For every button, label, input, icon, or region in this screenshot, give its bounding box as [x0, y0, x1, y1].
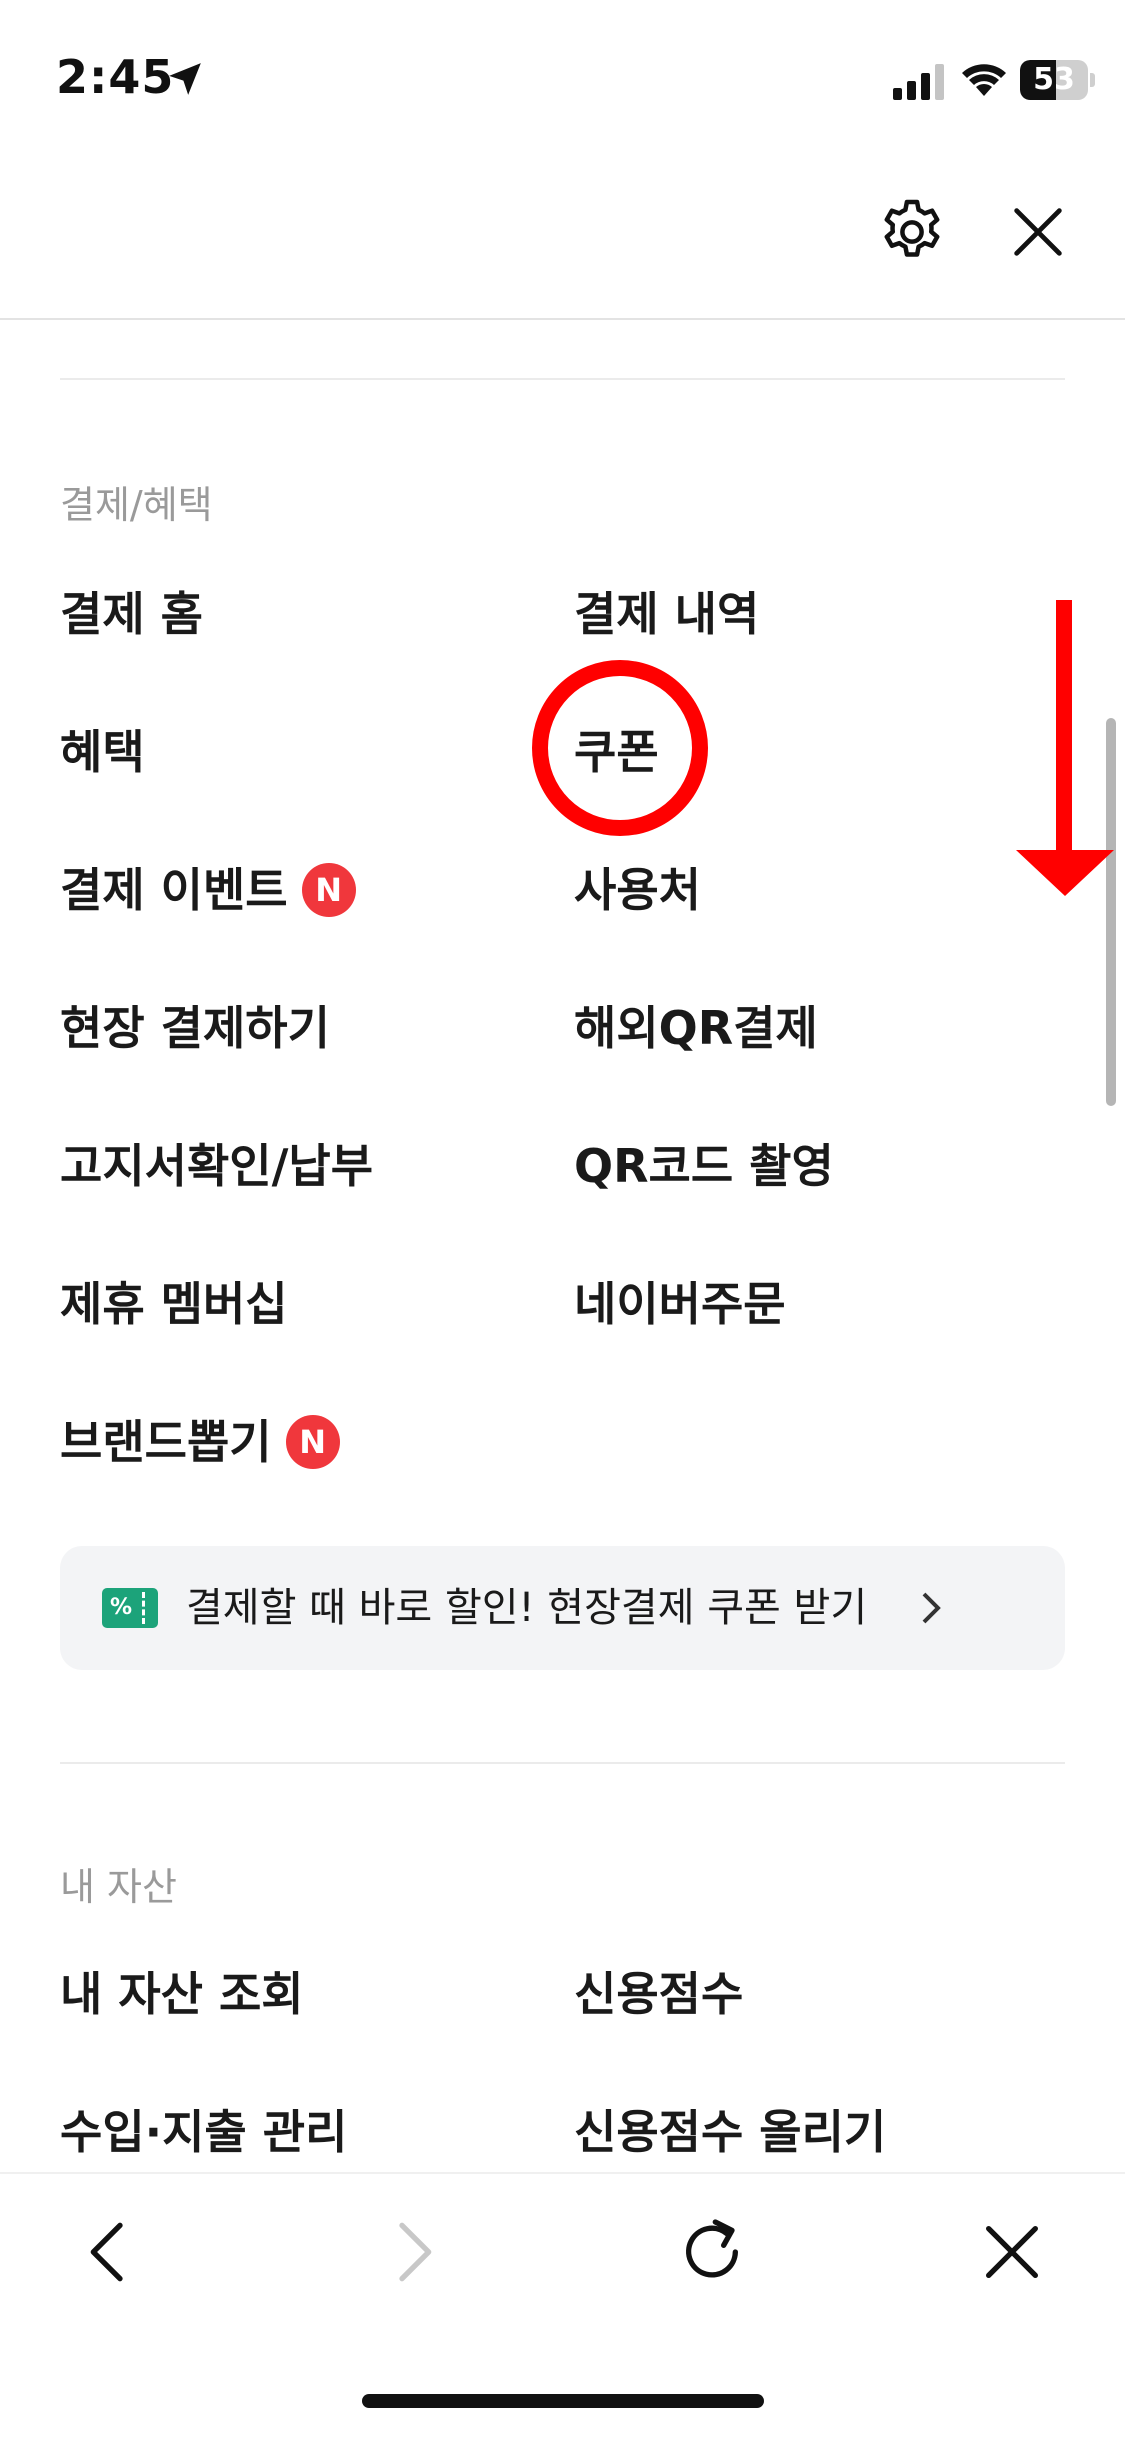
menu-item-income-expense[interactable]: 수입·지출 관리 [60, 2096, 347, 2162]
section-title-payment: 결제/혜택 [60, 483, 213, 527]
menu-item-benefits[interactable]: 혜택 [60, 716, 145, 782]
annotation-circle [532, 660, 708, 836]
divider [60, 378, 1065, 380]
menu-item-partner-membership[interactable]: 제휴 멤버십 [60, 1268, 288, 1334]
new-badge: N [301, 862, 356, 917]
close-icon[interactable] [972, 2212, 1052, 2292]
menu-item-naver-order[interactable]: 네이버주문 [574, 1268, 786, 1334]
close-icon[interactable] [1006, 200, 1070, 264]
menu-item-payment-history[interactable]: 결제 내역 [574, 578, 759, 644]
annotation-arrow-down-icon [1016, 600, 1114, 896]
battery-icon: 53 [1020, 60, 1095, 100]
home-indicator[interactable] [362, 2394, 764, 2408]
menu-item-qr-scan[interactable]: QR코드 촬영 [574, 1130, 834, 1196]
menu-item-merchants[interactable]: 사용처 [574, 854, 701, 920]
forward-icon[interactable] [372, 2212, 452, 2292]
wifi-icon [962, 64, 1006, 96]
new-badge: N [285, 1414, 340, 1469]
menu-item-brand-draw[interactable]: 브랜드뽑기 N [60, 1406, 340, 1473]
status-time: 2:45 [56, 50, 175, 104]
section-title-assets: 내 자산 [60, 1865, 177, 1909]
menu-item-overseas-qr[interactable]: 해외QR결제 [574, 992, 818, 1058]
location-arrow-icon [169, 63, 201, 95]
menu-item-asset-view[interactable]: 내 자산 조회 [60, 1958, 304, 2024]
menu-item-onsite-payment[interactable]: 현장 결제하기 [60, 992, 330, 1058]
menu-item-raise-credit-score[interactable]: 신용점수 올리기 [574, 2096, 886, 2162]
refresh-icon[interactable] [672, 2212, 752, 2292]
coupon-ticket-icon: % [102, 1588, 158, 1628]
coupon-promo-banner[interactable]: % 결제할 때 바로 할인! 현장결제 쿠폰 받기 [60, 1546, 1065, 1670]
menu-header [0, 160, 1125, 320]
menu-item-bill-payment[interactable]: 고지서확인/납부 [60, 1130, 373, 1196]
chevron-right-icon [922, 1592, 941, 1624]
gear-icon[interactable] [876, 196, 948, 268]
cellular-signal-icon [893, 64, 944, 100]
menu-item-payment-event[interactable]: 결제 이벤트 N [60, 854, 356, 921]
battery-percent: 53 [1033, 62, 1075, 97]
divider [60, 1762, 1065, 1764]
promo-text: 결제할 때 바로 할인! 현장결제 쿠폰 받기 [186, 1585, 868, 1631]
status-bar: 2:45 53 [0, 0, 1125, 160]
menu-item-payment-home[interactable]: 결제 홈 [60, 578, 203, 644]
menu-item-credit-score[interactable]: 신용점수 [574, 1958, 743, 2024]
back-icon[interactable] [70, 2212, 150, 2292]
